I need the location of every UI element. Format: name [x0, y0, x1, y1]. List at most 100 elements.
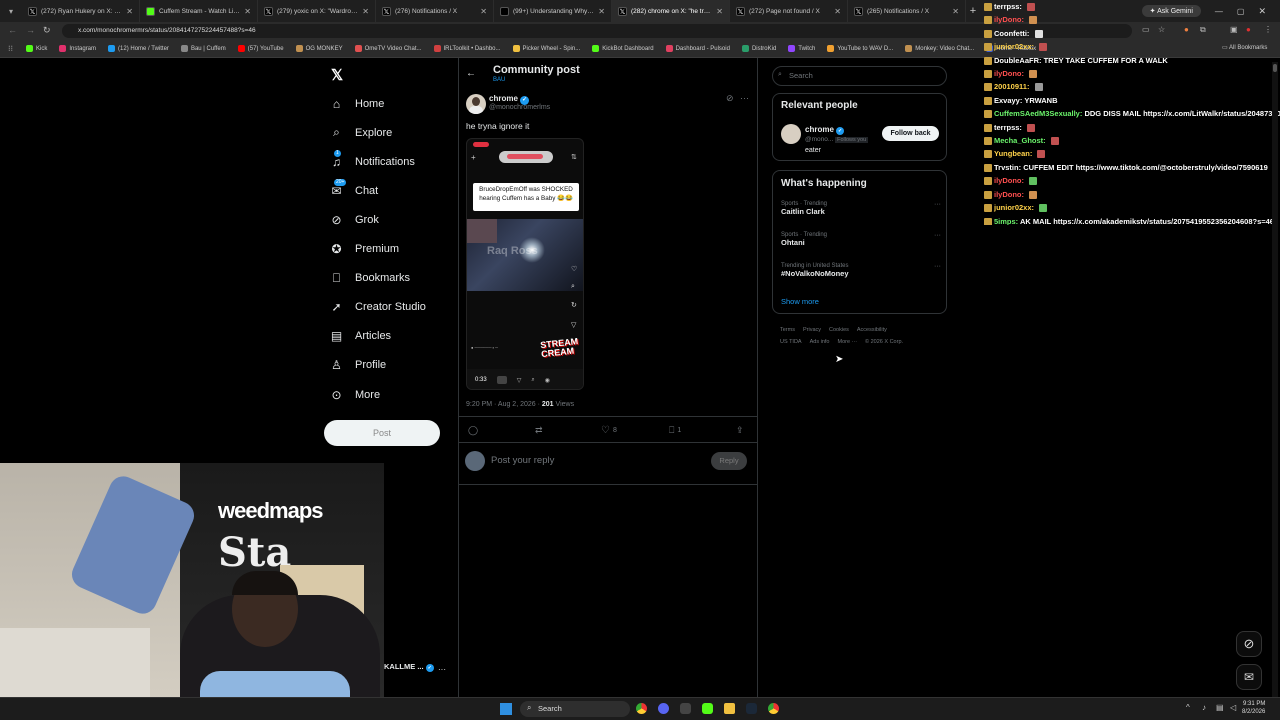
- kick-taskbar-icon[interactable]: [702, 703, 713, 714]
- bookmark-item[interactable]: Monkey: Video Chat...: [905, 45, 974, 52]
- video-play-icon[interactable]: [496, 376, 507, 384]
- nav-more[interactable]: ⊙ More: [330, 388, 380, 402]
- bookmark-item[interactable]: (57) YouTube: [237, 45, 284, 52]
- trend-item[interactable]: Sports · Trending Caitlin Clark ···: [781, 201, 941, 216]
- bookmark-item[interactable]: YouTube to WAV D...: [827, 45, 893, 52]
- chat-username[interactable]: Mecha_Ghost:: [994, 136, 1046, 145]
- nav-articles[interactable]: ▤ Articles: [330, 329, 391, 343]
- chat-username[interactable]: ilyDono:: [994, 190, 1024, 199]
- chat-username[interactable]: ilyDono:: [994, 69, 1024, 78]
- author-handle[interactable]: @monochromerlms: [489, 104, 550, 111]
- start-icon[interactable]: [500, 703, 512, 715]
- nav-grok[interactable]: ⊘ Grok: [330, 213, 378, 227]
- forward-icon[interactable]: →: [26, 25, 35, 35]
- x-logo-icon[interactable]: 𝕏: [331, 66, 343, 84]
- close-tab-icon[interactable]: ✕: [244, 7, 251, 16]
- close-tab-icon[interactable]: ✕: [480, 7, 487, 16]
- mic-icon[interactable]: ♪: [1202, 703, 1206, 712]
- trend-more-icon[interactable]: ···: [934, 201, 941, 208]
- taskbar-clock[interactable]: 9:31 PM 8/2/2026: [1242, 700, 1265, 716]
- author-avatar[interactable]: [466, 94, 486, 114]
- chrome-taskbar-icon[interactable]: [636, 703, 647, 714]
- app-taskbar-icon[interactable]: [680, 703, 691, 714]
- bookmark-item[interactable]: Dashboard - Pulsoid: [665, 45, 730, 52]
- more-options-icon[interactable]: ···: [740, 93, 749, 103]
- chat-username[interactable]: ilyDono:: [994, 15, 1024, 24]
- footer-link[interactable]: Accessibility: [857, 327, 887, 333]
- chat-username[interactable]: junior02xx:: [994, 203, 1034, 212]
- share-action[interactable]: ⇪: [736, 425, 744, 436]
- bookmark-item[interactable]: Kick: [26, 45, 47, 52]
- nav-creator-studio[interactable]: ➚ Creator Studio: [330, 300, 425, 314]
- chat-username[interactable]: junior02xx:: [994, 42, 1034, 51]
- nav-premium[interactable]: ✪ Premium: [330, 242, 399, 256]
- chat-username[interactable]: CuffemSAedM3Sexually:: [994, 109, 1082, 118]
- tray-chevron-icon[interactable]: ^: [1186, 703, 1190, 712]
- grok-floating-icon[interactable]: ⊘: [1236, 631, 1262, 657]
- chat-username[interactable]: terrpss:: [994, 2, 1022, 11]
- trend-item[interactable]: Trending in United States #NoValkoNoMoney…: [781, 263, 941, 278]
- bookmark-item[interactable]: OG MONKEY: [295, 45, 343, 52]
- footer-link[interactable]: Terms: [780, 327, 795, 333]
- close-tab-icon[interactable]: ✕: [362, 7, 369, 16]
- back-arrow-icon[interactable]: ←: [466, 68, 476, 79]
- browser-tab[interactable]: (99+) Understanding Why Boys... ✕: [494, 0, 612, 22]
- browser-tab[interactable]: 𝕏 (276) Notifications / X ✕: [376, 0, 494, 22]
- bookmark-item[interactable]: OmeTV Video Chat...: [354, 45, 422, 52]
- bookmark-item[interactable]: Twitch: [788, 45, 815, 52]
- chat-username[interactable]: DoubleAaFR:: [994, 56, 1042, 65]
- chat-username[interactable]: terrpss:: [994, 123, 1022, 132]
- volume-icon[interactable]: ◁: [1230, 703, 1236, 712]
- post-button[interactable]: Post: [324, 420, 440, 446]
- footer-link[interactable]: US TIDA: [780, 339, 802, 345]
- close-tab-icon[interactable]: ✕: [126, 7, 133, 16]
- relevant-avatar[interactable]: [781, 124, 801, 144]
- account-more-icon[interactable]: ···: [438, 665, 446, 674]
- trend-more-icon[interactable]: ···: [934, 232, 941, 239]
- bookmark-item[interactable]: KickBot Dashboard: [592, 45, 654, 52]
- bookmark-item[interactable]: Instagram: [59, 45, 96, 52]
- browser-tab[interactable]: 𝕏 (272) Page not found / X ✕: [730, 0, 848, 22]
- close-tab-icon[interactable]: ✕: [598, 7, 605, 16]
- chat-username[interactable]: Exvayy:: [994, 96, 1022, 105]
- like-action[interactable]: ♡ 8: [601, 425, 617, 436]
- video-search2-icon[interactable]: ⌕: [531, 377, 534, 384]
- nav-profile[interactable]: ♙ Profile: [330, 358, 386, 372]
- chat-username[interactable]: 20010911:: [994, 82, 1029, 91]
- chat-username[interactable]: Yungbean:: [994, 149, 1032, 158]
- browser-tab[interactable]: 𝕏 (265) Notifications / X ✕: [848, 0, 966, 22]
- chat-username[interactable]: 5imps:: [994, 217, 1018, 226]
- bookmark-action[interactable]: ⎕ 1: [669, 425, 681, 436]
- relevant-name[interactable]: chrome ✓: [805, 125, 845, 135]
- reply-button[interactable]: Reply: [711, 452, 747, 470]
- repost-action[interactable]: ⇄: [535, 425, 543, 436]
- browser-tab[interactable]: Cuffem Stream - Watch Live on...✕: [140, 0, 258, 22]
- bookmark-item[interactable]: IRLToolkit • Dashbo...: [433, 45, 501, 52]
- bookmark-item[interactable]: Bau | Cuffem: [180, 45, 226, 52]
- steam-taskbar-icon[interactable]: [746, 703, 757, 714]
- nav-home[interactable]: ⌂ Home: [330, 97, 384, 111]
- nav-bookmarks[interactable]: ⎕ Bookmarks: [330, 271, 410, 285]
- footer-link[interactable]: Ads info: [810, 339, 830, 345]
- search-input[interactable]: Search: [772, 66, 947, 86]
- account-switcher[interactable]: KALLME ... ✓: [384, 662, 434, 672]
- apps-icon[interactable]: ⁝⁝: [8, 44, 13, 53]
- close-tab-icon[interactable]: ✕: [716, 7, 723, 16]
- footer-link[interactable]: Privacy: [803, 327, 821, 333]
- close-tab-icon[interactable]: ✕: [834, 7, 841, 16]
- nav-chat[interactable]: ✉ 20+ Chat: [330, 179, 378, 198]
- bookmark-item[interactable]: Picker Wheel - Spin...: [512, 45, 580, 52]
- follow-back-button[interactable]: Follow back: [882, 126, 939, 141]
- back-icon[interactable]: ←: [8, 25, 17, 35]
- chat-username[interactable]: Trvstin:: [994, 163, 1021, 172]
- taskbar-search[interactable]: Search: [520, 701, 630, 717]
- post-video[interactable]: + ⇅ BruceDropEmOff was SHOCKED hearing C…: [466, 138, 584, 390]
- community-name[interactable]: BAU: [493, 77, 505, 83]
- chrome2-taskbar-icon[interactable]: [768, 703, 779, 714]
- browser-tab[interactable]: 𝕏 (272) Ryan Hukery on X: "Kick i... ✕: [22, 0, 140, 22]
- reload-icon[interactable]: ↻: [43, 25, 51, 36]
- footer-link[interactable]: More ···: [837, 339, 857, 345]
- chat-username[interactable]: Coonfetti:: [994, 29, 1029, 38]
- nav-notifications[interactable]: ♫ 1 Notifications: [330, 150, 415, 169]
- video-settings-icon[interactable]: ◉: [545, 377, 550, 384]
